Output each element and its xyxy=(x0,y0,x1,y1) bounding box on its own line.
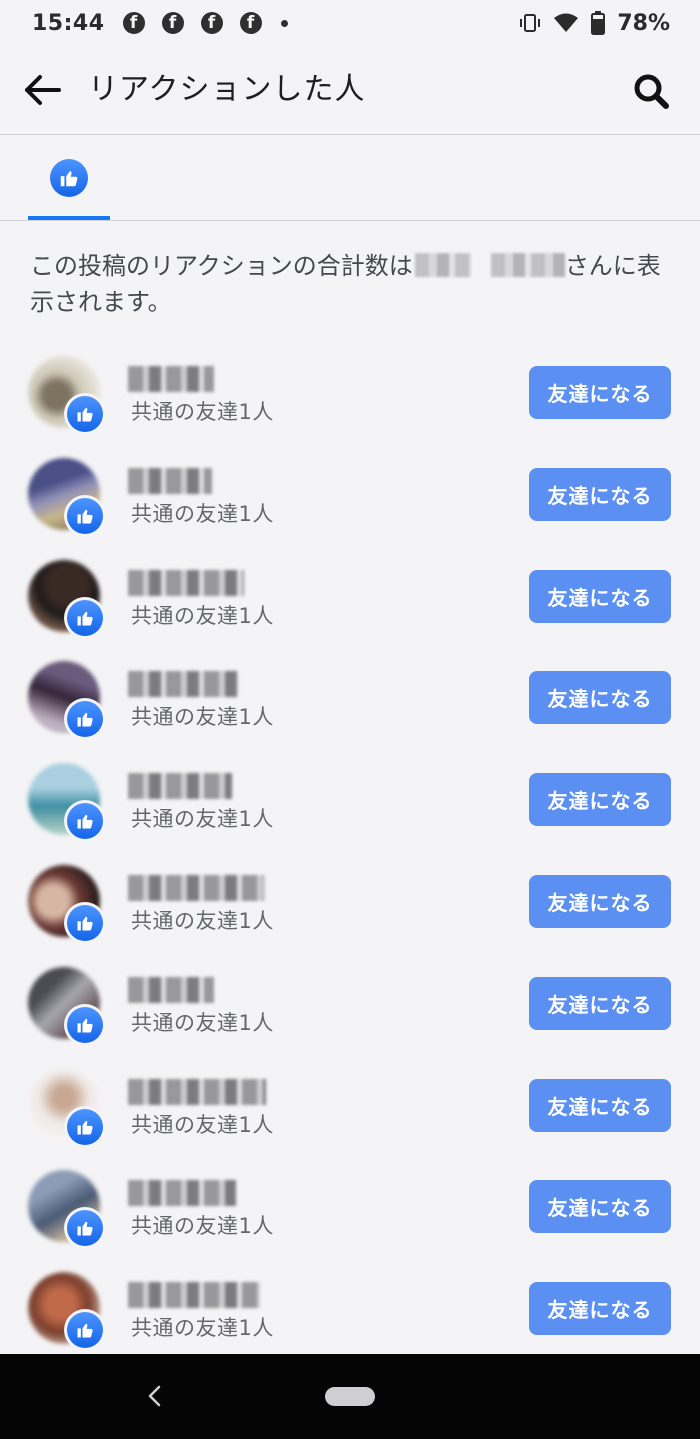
system-navigation-bar xyxy=(0,1354,700,1439)
like-badge xyxy=(64,1207,106,1250)
summary-text-before: この投稿のリアクションの合計数は xyxy=(30,252,413,280)
redacted-name[interactable] xyxy=(128,569,244,596)
add-friend-button[interactable]: 友達になる xyxy=(529,874,671,928)
list-item[interactable]: 共通の友達1人 友達になる xyxy=(0,1154,700,1256)
list-item[interactable]: 共通の友達1人 友達になる xyxy=(0,645,700,747)
like-icon xyxy=(67,701,103,738)
like-icon xyxy=(67,803,103,840)
list-item[interactable]: 共通の友達1人 友達になる xyxy=(0,951,700,1053)
search-icon[interactable] xyxy=(632,72,670,110)
like-badge xyxy=(64,1309,106,1352)
mutual-friends: 共通の友達1人 xyxy=(131,400,274,424)
vibrate-icon xyxy=(520,14,541,32)
reaction-summary-text: この投稿のリアクションの合計数は さんに表示されます。 xyxy=(30,248,680,320)
list-item[interactable]: 共通の友達1人 友達になる xyxy=(0,849,700,951)
like-badge xyxy=(64,1105,106,1148)
facebook-icon: f xyxy=(161,12,184,34)
list-item[interactable]: 共通の友達1人 友達になる xyxy=(0,1053,700,1155)
battery-icon xyxy=(591,11,606,35)
add-friend-button[interactable]: 友達になる xyxy=(529,569,671,623)
add-friend-button[interactable]: 友達になる xyxy=(529,467,671,521)
list-item[interactable]: 共通の友達1人 友達になる xyxy=(0,1256,700,1358)
like-icon xyxy=(67,1006,103,1043)
list-item[interactable]: 共通の友達1人 友達になる xyxy=(0,442,700,544)
add-friend-button[interactable]: 友達になる xyxy=(529,671,671,725)
mutual-friends: 共通の友達1人 xyxy=(131,603,274,628)
mutual-friends: 共通の友達1人 xyxy=(131,1316,274,1341)
add-friend-button[interactable]: 友達になる xyxy=(529,366,671,419)
redacted-name xyxy=(490,253,565,277)
redacted-name[interactable] xyxy=(128,467,212,494)
list-item[interactable]: 共通の友達1人 友達になる xyxy=(0,747,700,849)
tab-selected-indicator xyxy=(28,216,110,220)
mutual-friends: 共通の友達1人 xyxy=(131,908,274,933)
redacted-name[interactable] xyxy=(128,1078,266,1105)
redacted-name[interactable] xyxy=(128,874,264,901)
mutual-friends: 共通の友達1人 xyxy=(131,1010,274,1035)
like-icon xyxy=(67,904,103,941)
list-item[interactable]: 共通の友達1人 友達になる xyxy=(0,544,700,646)
like-badge xyxy=(64,596,106,639)
redacted-name[interactable] xyxy=(128,976,214,1003)
like-badge xyxy=(64,494,106,537)
redacted-name[interactable] xyxy=(128,773,232,800)
add-friend-button[interactable]: 友達になる xyxy=(529,773,671,827)
back-arrow-icon[interactable] xyxy=(22,70,62,110)
reaction-tab-bar xyxy=(0,135,700,221)
redacted-name[interactable] xyxy=(128,1282,260,1309)
redacted-name[interactable] xyxy=(128,1180,236,1207)
like-badge xyxy=(64,698,106,741)
facebook-icon: f xyxy=(200,12,223,34)
status-time: 15:44 xyxy=(32,10,105,36)
add-friend-button[interactable]: 友達になる xyxy=(529,1282,671,1336)
mutual-friends: 共通の友達1人 xyxy=(131,1112,274,1137)
nav-home-pill[interactable] xyxy=(325,1387,375,1406)
redacted-name[interactable] xyxy=(128,671,238,698)
mutual-friends: 共通の友達1人 xyxy=(131,1214,274,1239)
like-icon xyxy=(67,599,103,636)
like-icon xyxy=(67,396,103,432)
like-badge xyxy=(64,800,106,843)
tab-like-reactions[interactable] xyxy=(28,135,110,220)
reactor-list: 共通の友達1人 友達になる 共通の友達1人 友達になる 共通の友達1人 友達にな… xyxy=(0,340,700,1358)
like-badge xyxy=(64,393,106,435)
status-bar: 15:44 f f f f 78% xyxy=(0,0,700,46)
add-friend-button[interactable]: 友達になる xyxy=(529,1180,671,1234)
add-friend-button[interactable]: 友達になる xyxy=(529,976,671,1030)
battery-percent: 78% xyxy=(617,10,670,36)
status-right: 78% xyxy=(519,11,670,36)
like-icon xyxy=(67,1108,103,1145)
facebook-icon: f xyxy=(239,12,262,34)
redacted-name xyxy=(414,253,471,277)
page-title: リアクションした人 xyxy=(88,72,366,107)
list-item[interactable]: 共通の友達1人 友達になる xyxy=(0,340,700,442)
more-notifications-dot-icon xyxy=(280,19,288,27)
add-friend-button[interactable]: 友達になる xyxy=(529,1078,671,1132)
app-bar: リアクションした人 xyxy=(0,46,700,135)
nav-back-icon[interactable] xyxy=(146,1383,164,1409)
redacted-name[interactable] xyxy=(128,366,214,392)
facebook-icon: f xyxy=(122,12,145,34)
like-icon xyxy=(50,159,88,197)
mutual-friends: 共通の友達1人 xyxy=(131,501,274,526)
like-icon xyxy=(67,1312,103,1349)
like-badge xyxy=(64,901,106,944)
like-icon xyxy=(67,497,103,534)
like-badge xyxy=(64,1003,106,1046)
like-icon xyxy=(67,1210,103,1247)
mutual-friends: 共通の友達1人 xyxy=(131,807,274,832)
mutual-friends: 共通の友達1人 xyxy=(131,705,274,730)
wifi-icon xyxy=(554,13,579,32)
